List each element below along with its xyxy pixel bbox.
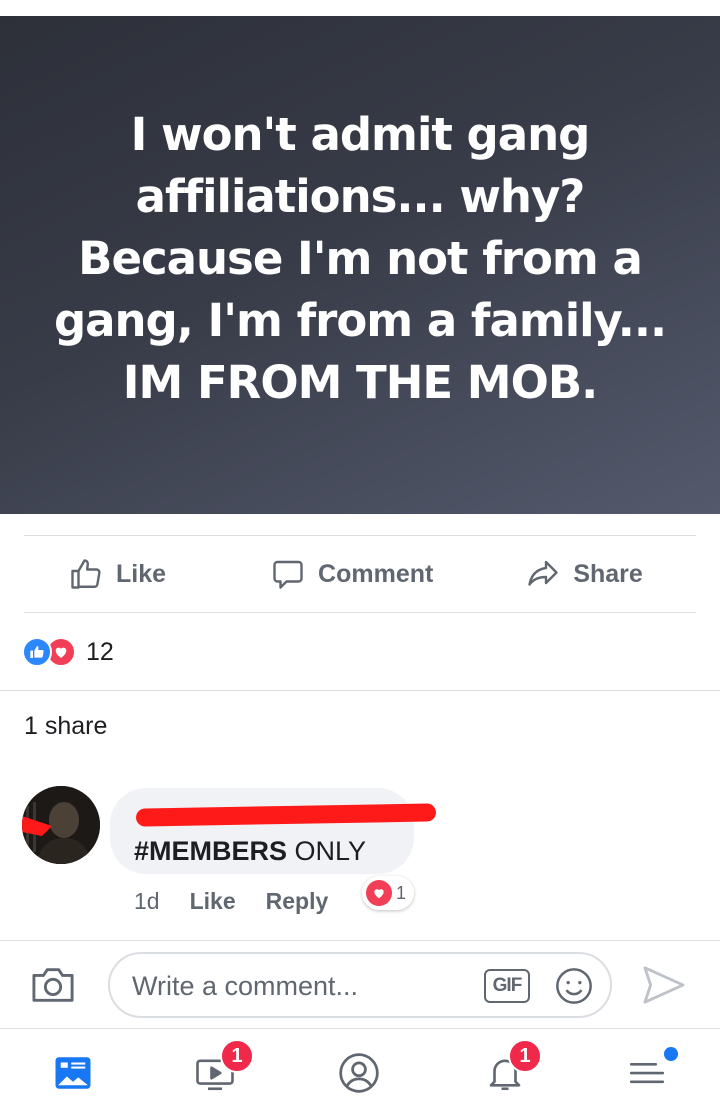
avatar[interactable] <box>22 786 100 864</box>
comment-timestamp: 1d <box>134 887 160 914</box>
comment-bubble-icon <box>273 560 303 589</box>
post-text-line: gang, I'm from a family... <box>53 294 667 347</box>
post-image-text: I won't admit gang affiliations... why? … <box>40 104 680 414</box>
like-button[interactable]: Like <box>68 556 166 592</box>
redaction-mark <box>135 803 437 827</box>
menu-icon <box>629 1062 665 1084</box>
comment-text-rest: ONLY <box>287 836 367 866</box>
send-icon[interactable] <box>640 964 688 1011</box>
news-feed-icon <box>55 1057 91 1089</box>
like-reaction-icon <box>22 637 52 667</box>
reactions-summary[interactable]: 12 <box>22 634 114 670</box>
comment-label: Comment <box>318 559 434 588</box>
post-image[interactable]: I won't admit gang affiliations... why? … <box>0 16 720 514</box>
divider <box>24 612 696 613</box>
comment-love-count: 1 <box>396 882 407 903</box>
comment-like-link[interactable]: Like <box>190 888 236 915</box>
love-reaction-icon <box>366 880 392 906</box>
comment-input-box[interactable]: GIF <box>108 952 612 1018</box>
comment-reaction-count[interactable]: 1 <box>362 876 415 910</box>
share-label: Share <box>573 559 643 588</box>
watch-badge: 1 <box>220 1039 254 1073</box>
share-arrow-icon <box>528 560 559 586</box>
tab-notifications[interactable]: 1 <box>470 1039 542 1103</box>
emoji-icon[interactable] <box>554 966 594 1011</box>
tab-profile[interactable] <box>324 1043 394 1103</box>
gif-button[interactable]: GIF <box>484 969 530 1003</box>
divider <box>0 940 720 941</box>
tab-menu[interactable] <box>612 1043 682 1103</box>
comment-hashtag[interactable]: #MEMBERS <box>134 836 287 866</box>
comment-composer: GIF <box>0 942 720 1028</box>
share-button[interactable]: Share <box>525 556 643 592</box>
bottom-tab-bar: 1 1 <box>0 1028 720 1114</box>
reaction-count: 12 <box>86 637 114 666</box>
share-count[interactable]: 1 share <box>24 712 107 741</box>
tab-watch[interactable]: 1 <box>180 1039 254 1103</box>
thumbs-up-icon <box>71 559 101 589</box>
top-strip <box>0 0 720 16</box>
comment-reply-link[interactable]: Reply <box>266 888 329 915</box>
tab-news-feed[interactable] <box>38 1043 108 1103</box>
post-text-line: Because I'm not from a <box>78 232 643 285</box>
comment-meta: 1d Like Reply <box>134 884 358 918</box>
profile-icon <box>339 1053 379 1093</box>
post-text-line: I won't admit gang <box>130 108 591 161</box>
notifications-badge: 1 <box>508 1039 542 1073</box>
comment-bubble[interactable]: #MEMBERS ONLY <box>110 788 437 874</box>
like-label: Like <box>116 559 167 588</box>
comment-text: #MEMBERS ONLY <box>134 836 366 867</box>
post-text-line: affiliations... why? <box>135 170 586 223</box>
camera-icon[interactable] <box>30 964 76 1011</box>
comment-input[interactable] <box>132 966 472 1006</box>
post-text-line: IM FROM THE MOB. <box>122 356 598 409</box>
menu-notification-dot <box>664 1047 678 1061</box>
comment-button[interactable]: Comment <box>270 556 433 592</box>
divider <box>0 690 720 691</box>
post-action-bar: Like Comment Share <box>24 536 696 612</box>
